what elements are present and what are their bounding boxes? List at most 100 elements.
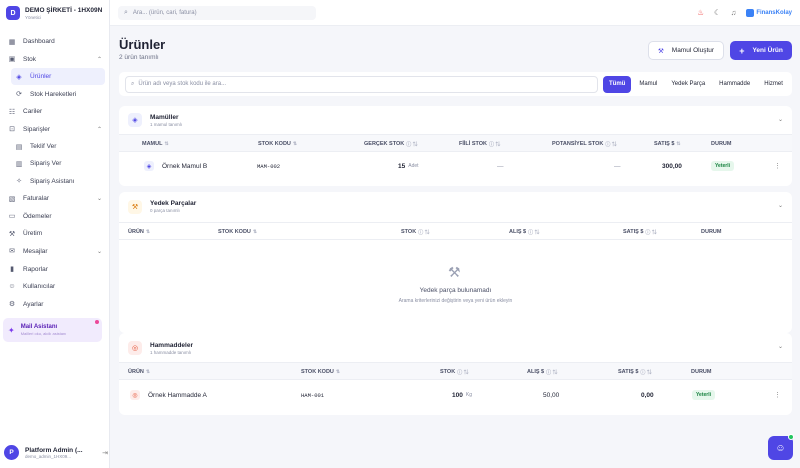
sidebar-item-uretim[interactable]: ⚒ Üretim xyxy=(4,225,105,243)
page-title: Ürünler xyxy=(119,37,166,52)
invoice-icon: ▧ xyxy=(8,195,16,203)
section-header[interactable]: ◎ Hammaddeler 1 hammadde tanımlı ⌄ xyxy=(119,333,792,363)
col-header[interactable]: GERÇEK STOK ⓘ ⇅ xyxy=(364,135,418,153)
sidebar-nav: ▦ Dashboard ▣ Stok ⌃ ◈ Ürünler ⟳ Stok Hareket… xyxy=(0,26,109,313)
sidebar-item-stok[interactable]: ▣ Stok ⌃ xyxy=(4,51,105,69)
col-header[interactable]: SATIŞ $ ⇅ xyxy=(654,135,681,153)
company-switcher[interactable]: D DEMO ŞİRKETİ - 1HX09N Yönetici xyxy=(0,0,109,26)
status-badge: Yeterli xyxy=(711,161,735,171)
potential-stock: — xyxy=(614,162,621,170)
sidebar-item-cariler[interactable]: ☷ Cariler xyxy=(4,103,105,121)
user-icon: ☺ xyxy=(8,283,16,291)
sidebar-item-siparis-asistani[interactable]: ✧ Sipariş Asistanı xyxy=(11,173,105,190)
sidebar-item-mesajlar[interactable]: ✉ Mesajlar ⌄ xyxy=(4,243,105,261)
user-email: demo_admin_1HX09... xyxy=(25,453,72,459)
stock-code: MAM-002 xyxy=(257,162,281,170)
global-search-input[interactable]: ⌕ Ara... (ürün, cari, fatura) xyxy=(118,5,316,20)
flame-icon[interactable]: ♨ xyxy=(697,8,704,17)
empty-state-title: Yedek parça bulunamadı xyxy=(419,287,492,294)
box-icon: ▣ xyxy=(8,56,16,64)
col-header[interactable]: STOK KODU ⇅ xyxy=(258,135,297,153)
col-header[interactable]: FİİLİ STOK ⓘ ⇅ xyxy=(459,135,500,153)
section-count: 0 parça tanımlı xyxy=(150,208,180,213)
col-header: DURUM xyxy=(691,369,712,375)
sparkle-icon: ✧ xyxy=(16,178,22,186)
chat-assistant-button[interactable]: ☺ xyxy=(768,434,794,460)
logout-icon[interactable]: ⇥ xyxy=(102,449,108,457)
target-icon: ◎ xyxy=(130,390,140,400)
col-header[interactable]: SATIŞ $ ⓘ ⇅ xyxy=(618,363,652,381)
sidebar-item-urunler[interactable]: ◈ Ürünler xyxy=(11,68,105,86)
grid-icon: ▦ xyxy=(8,38,16,46)
tab-tumu[interactable]: Tümü xyxy=(603,75,632,93)
company-role: Yönetici xyxy=(25,14,42,20)
col-header[interactable]: STOK ⓘ ⇅ xyxy=(401,223,430,241)
tab-mamul[interactable]: Mamul xyxy=(633,76,663,93)
target-icon: ◎ xyxy=(128,341,142,355)
sidebar-item-label: Üretim xyxy=(23,230,43,238)
sidebar-item-odemeler[interactable]: ▭ Ödemeler xyxy=(4,207,105,225)
chevron-down-icon[interactable]: ⌄ xyxy=(778,343,783,350)
brand-logo: FinansKolay xyxy=(746,8,792,17)
col-header[interactable]: STOK KODU ⇅ xyxy=(301,363,340,381)
section-count: 1 mamul tanımlı xyxy=(150,121,183,127)
new-product-button[interactable]: + Yeni Ürün xyxy=(730,41,792,60)
moon-icon[interactable]: ☾ xyxy=(714,8,721,17)
tab-hizmet[interactable]: Hizmet xyxy=(758,76,789,93)
sidebar-item-label: Siparişler xyxy=(23,125,51,133)
more-icon[interactable]: ⋮ xyxy=(774,391,781,399)
col-header[interactable]: STOK ⓘ ⇅ xyxy=(440,363,469,381)
search-placeholder: Ara... (ürün, cari, fatura) xyxy=(132,9,197,16)
user-profile[interactable]: P Platform Admin (... demo_admin_1HX09..… xyxy=(4,445,108,460)
sidebar-item-stok-hareketleri[interactable]: ⟳ Stok Hareketleri xyxy=(11,85,105,102)
col-header[interactable]: ÜRÜN ⇅ xyxy=(128,223,150,241)
col-header[interactable]: MAMUL ⇅ xyxy=(142,135,169,153)
sparkle-icon: ✦ xyxy=(8,325,15,335)
sidebar-item-label: Raporlar xyxy=(23,265,48,273)
sidebar-item-ayarlar[interactable]: ⚙ Ayarlar xyxy=(4,295,105,313)
main-content: Ürünler 2 ürün tanımlı ⚒ Mamul Oluştur + Y… xyxy=(110,26,800,468)
sidebar-item-label: Mesajlar xyxy=(23,247,48,255)
create-mamul-button[interactable]: ⚒ Mamul Oluştur xyxy=(648,41,724,60)
sidebar-item-raporlar[interactable]: ▮ Raporlar xyxy=(4,260,105,278)
real-stock: 15 xyxy=(398,162,406,170)
table-header: ÜRÜN ⇅ STOK KODU ⇅ STOK ⓘ ⇅ ALIŞ $ ⓘ ⇅ SATIŞ… xyxy=(119,222,792,240)
product-search-input[interactable]: ⌕ Ürün adı veya stok kodu ile ara... xyxy=(125,75,598,93)
tab-hammadde[interactable]: Hammadde xyxy=(713,76,756,93)
tab-yedek-parca[interactable]: Yedek Parça xyxy=(665,76,711,93)
sidebar-item-dashboard[interactable]: ▦ Dashboard xyxy=(4,33,105,51)
table-row[interactable]: ◈ Örnek Mamul B MAM-002 15 Adet — — 300,00… xyxy=(119,153,792,179)
mail-assistant-title: Mail Asistanı xyxy=(20,324,58,330)
table-row[interactable]: ◎ Örnek Hammadde A HAM-001 100 Kg 50,00 0,… xyxy=(119,382,792,408)
user-name: Platform Admin (... xyxy=(25,446,83,454)
sidebar-item-siparisler[interactable]: ⊡ Siparişler ⌃ xyxy=(4,120,105,138)
sidebar-item-label: Sipariş Ver xyxy=(30,160,62,168)
chevron-down-icon[interactable]: ⌄ xyxy=(778,202,783,209)
bell-icon[interactable]: ♫ xyxy=(731,8,737,17)
col-header[interactable]: STOK KODU ⇅ xyxy=(218,223,257,241)
chart-icon: ▮ xyxy=(10,266,14,274)
chevron-down-icon: ⌄ xyxy=(96,196,102,203)
sidebar-item-siparis-ver[interactable]: ▥ Sipariş Ver xyxy=(11,155,105,172)
sidebar-item-kullanicilar[interactable]: ☺ Kullanıcılar xyxy=(4,278,105,296)
company-name: DEMO ŞİRKETİ - 1HX09N xyxy=(25,6,103,14)
col-header[interactable]: ALIŞ $ ⓘ ⇅ xyxy=(509,223,540,241)
section-header[interactable]: ⚒ Yedek Parçalar 0 parça tanımlı ⌄ xyxy=(119,192,792,221)
sidebar-item-faturalar[interactable]: ▧ Faturalar ⌄ xyxy=(4,190,105,208)
col-header[interactable]: POTANSİYEL STOK ⓘ ⇅ xyxy=(552,135,617,153)
section-header[interactable]: ◈ Mamüller 1 mamul tanımlı ⌄ xyxy=(119,106,792,134)
more-icon[interactable]: ⋮ xyxy=(774,162,781,170)
search-icon: ⌕ xyxy=(124,8,128,16)
col-header[interactable]: ÜRÜN ⇅ xyxy=(128,363,150,381)
filter-bar: ⌕ Ürün adı veya stok kodu ile ara... Tümü… xyxy=(119,72,792,96)
chevron-down-icon[interactable]: ⌄ xyxy=(778,116,783,123)
col-header[interactable]: ALIŞ $ ⓘ ⇅ xyxy=(527,363,558,381)
sidebar-item-teklif-ver[interactable]: ▤ Teklif Ver xyxy=(11,138,105,155)
col-header[interactable]: SATIŞ $ ⓘ ⇅ xyxy=(623,223,657,241)
sidebar-item-label: Dashboard xyxy=(23,38,55,46)
mail-assistant-card[interactable]: ✦ Mail Asistanı Mailleri oku, akıllı asi… xyxy=(3,318,102,342)
topbar: ⌕ Ara... (ürün, cari, fatura) ♨ ☾ ♫ Fina… xyxy=(110,0,800,26)
document-icon: ▤ xyxy=(15,143,23,151)
chevron-up-icon: ⌃ xyxy=(96,126,102,133)
section-count: 1 hammadde tanımlı xyxy=(150,349,192,355)
